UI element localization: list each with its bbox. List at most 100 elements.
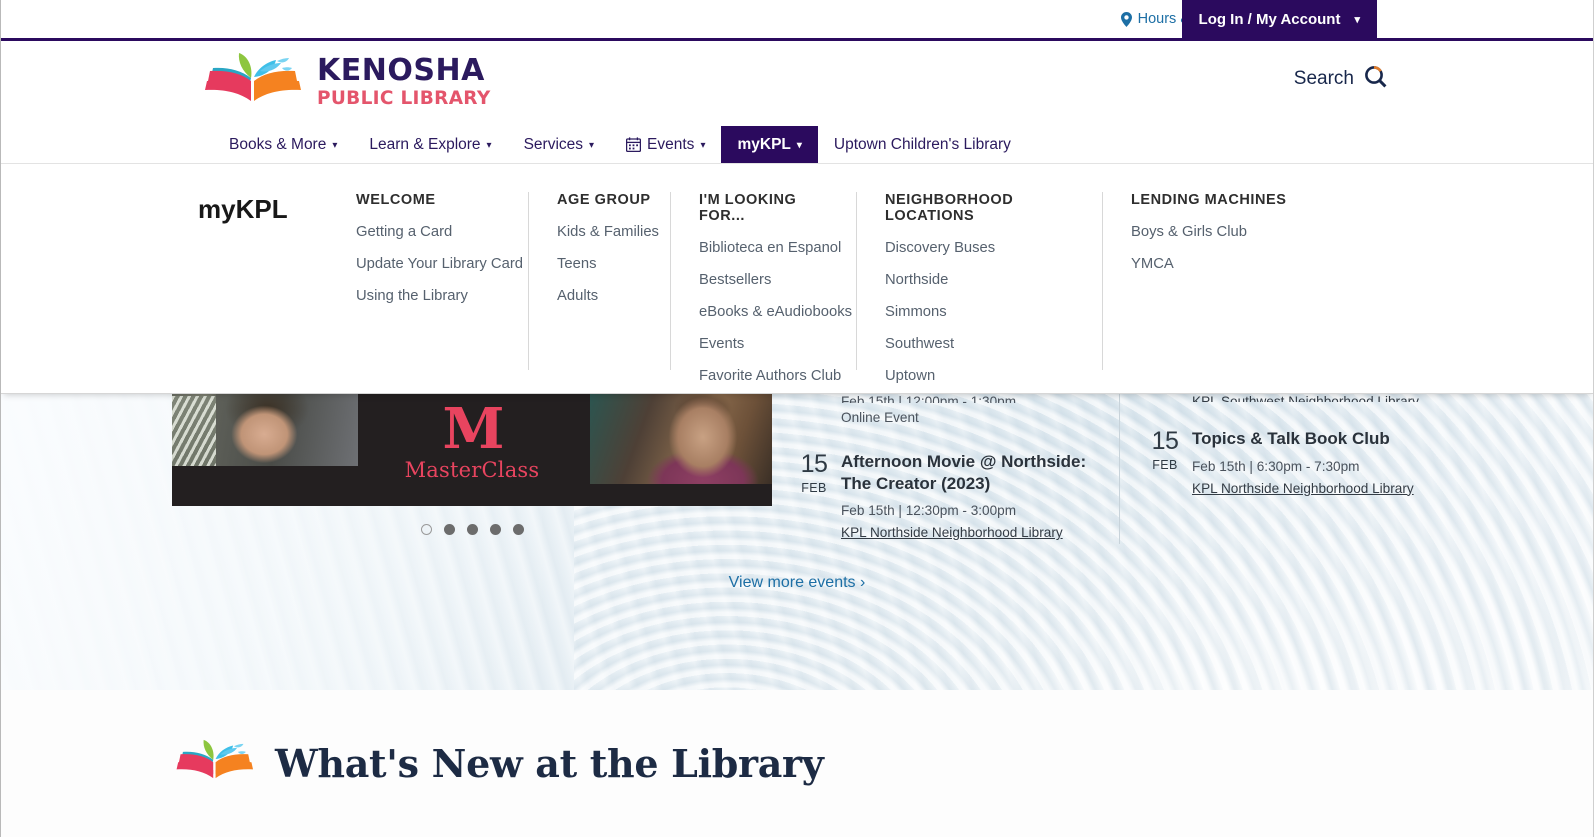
megamenu-link-southwest[interactable]: Southwest — [885, 336, 1086, 352]
chevron-down-icon: ▾ — [700, 140, 706, 151]
event-partial-location: Online Event — [841, 410, 919, 425]
megamenu-heading: AGE GROUP — [557, 192, 651, 208]
megamenu-heading: WELCOME — [356, 192, 436, 208]
nav-item-learn-explore[interactable]: Learn & Explore ▾ — [353, 126, 507, 163]
event-title[interactable]: Topics & Talk Book Club — [1192, 428, 1439, 450]
nav-label: Events — [647, 135, 695, 153]
carousel-dot-5[interactable] — [512, 524, 524, 535]
event-meta: Feb 15th | 12:30pm - 3:00pm — [841, 503, 1017, 519]
megamenu-link-favorite-authors-club[interactable]: Favorite Authors Club — [699, 368, 841, 384]
search-label: Search — [1293, 68, 1354, 89]
megamenu-link-kids-families[interactable]: Kids & Families — [557, 224, 659, 240]
nav-label: Services — [523, 135, 584, 153]
events-column-middle: Feb 15th | 12:00pm - 1:30pm Online Event… — [787, 394, 1099, 542]
megamenu-column-welcome: WELCOME Getting a Card Update Your Libra… — [328, 192, 528, 370]
masterclass-mark: M — [442, 396, 505, 462]
megamenu-heading: LENDING MACHINES — [1131, 192, 1287, 208]
logo-public-library-text: PUBLIC LIBRARY — [317, 87, 491, 109]
carousel-dot-2[interactable] — [443, 524, 455, 535]
whats-new-title: What's New at the Library — [275, 740, 824, 786]
login-label: Log In / My Account — [1198, 10, 1341, 28]
event-item[interactable]: 15 FEB Topics & Talk Book Club Feb 15th … — [1138, 428, 1439, 498]
event-meta: Feb 15th | 6:30pm - 7:30pm — [1192, 458, 1360, 474]
megamenu-link-ebooks-eaudiobooks[interactable]: eBooks & eAudiobooks — [699, 304, 852, 320]
logo-wordmark: KENOSHA PUBLIC LIBRARY — [317, 52, 491, 109]
megamenu-heading: NEIGHBORHOOD LOCATIONS — [885, 192, 1014, 224]
megamenu-link-bestsellers[interactable]: Bestsellers — [699, 272, 840, 288]
masterclass-logo: M MasterClass — [172, 396, 772, 482]
library-book-logo-icon — [176, 739, 254, 779]
megamenu-link-adults[interactable]: Adults — [557, 288, 654, 304]
promo-carousel[interactable]: M MasterClass — [172, 394, 772, 506]
nav-label: myKPL — [737, 135, 791, 153]
site-header: KENOSHA PUBLIC LIBRARY Search — [1, 41, 1593, 126]
page-root: Hours & Locations ▾ ? Help ▾ Log In / My… — [0, 0, 1594, 837]
calendar-icon — [626, 137, 642, 152]
megamenu-link-using-the-library[interactable]: Using the Library — [356, 288, 512, 304]
event-date-badge: 15 FEB — [787, 451, 841, 542]
event-item[interactable]: 15 FEB Afternoon Movie @ Northside: The … — [787, 451, 1099, 542]
megamenu-link-simmons[interactable]: Simmons — [885, 304, 1086, 320]
megamenu-heading: I'M LOOKING FOR... — [699, 192, 797, 224]
megamenu-column-neighborhood-locations: NEIGHBORHOOD LOCATIONS Discovery Buses N… — [856, 192, 1102, 384]
events-section: M MasterClass Feb 15th | 12:00pm - 1:30p… — [1, 394, 1593, 690]
carousel-dot-1[interactable] — [420, 524, 432, 535]
chevron-down-icon: ▾ — [589, 140, 595, 151]
megamenu-link-update-your-library-card[interactable]: Update Your Library Card — [356, 256, 523, 272]
megamenu-link-discovery-buses[interactable]: Discovery Buses — [885, 240, 1086, 256]
logo-kenosha-text: KENOSHA — [317, 52, 485, 88]
event-month: FEB — [1152, 458, 1178, 472]
nav-item-uptown-childrens-library[interactable]: Uptown Children's Library — [818, 126, 1027, 163]
megamenu-link-northside[interactable]: Northside — [885, 272, 1086, 288]
event-partial-top: Feb 15th | 12:00pm - 1:30pm Online Event — [787, 394, 1099, 425]
event-month: FEB — [801, 481, 827, 495]
utility-bar: Hours & Locations ▾ ? Help ▾ Log In / My… — [1, 0, 1593, 38]
nav-item-books-more[interactable]: Books & More ▾ — [213, 126, 353, 163]
event-day: 15 — [1151, 427, 1179, 455]
megamenu-column-im-looking-for: I'M LOOKING FOR... Biblioteca en Espanol… — [670, 192, 856, 384]
carousel-dot-3[interactable] — [466, 524, 478, 535]
megamenu-link-ymca[interactable]: YMCA — [1131, 256, 1306, 272]
masterclass-wordmark: MasterClass — [404, 457, 540, 482]
megamenu-link-biblioteca-en-espanol[interactable]: Biblioteca en Espanol — [699, 240, 841, 256]
event-title[interactable]: Afternoon Movie @ Northside: The Creator… — [841, 451, 1099, 494]
megamenu-columns: myKPL WELCOME Getting a Card Update Your… — [1, 192, 1593, 384]
whats-new-section: What's New at the Library — [1, 690, 1593, 837]
event-body: Afternoon Movie @ Northside: The Creator… — [841, 451, 1099, 542]
chevron-down-icon: ▾ — [486, 140, 492, 151]
events-column-right: KPL Southwest Neighborhood Library 15 FE… — [1119, 394, 1439, 544]
chevron-down-icon: ▾ — [1354, 13, 1360, 26]
chevron-down-icon: ▾ — [332, 140, 338, 151]
site-logo[interactable]: KENOSHA PUBLIC LIBRARY — [198, 51, 491, 113]
nav-label: Uptown Children's Library — [833, 135, 1011, 153]
library-book-logo-icon — [205, 53, 301, 101]
megamenu-column-age-group: AGE GROUP Kids & Families Teens Adults — [528, 192, 670, 370]
nav-label: Books & More — [229, 135, 327, 153]
event-partial-meta: Feb 15th | 12:00pm - 1:30pm — [841, 394, 1017, 403]
nav-label: Learn & Explore — [369, 135, 481, 153]
megamenu-link-boys-girls-club[interactable]: Boys & Girls Club — [1131, 224, 1306, 240]
event-body: Topics & Talk Book Club Feb 15th | 6:30p… — [1192, 428, 1439, 498]
nav-item-mykpl[interactable]: myKPL ▾ — [721, 126, 818, 163]
search-icon — [1364, 65, 1387, 93]
mykpl-megamenu: myKPL WELCOME Getting a Card Update Your… — [1, 164, 1593, 394]
chevron-down-icon: ▾ — [796, 140, 802, 151]
event-date-badge: 15 FEB — [1138, 428, 1192, 498]
megamenu-title: myKPL — [198, 194, 288, 224]
megamenu-link-teens[interactable]: Teens — [557, 256, 654, 272]
event-location-link[interactable]: KPL Northside Neighborhood Library — [1192, 481, 1414, 496]
search-button[interactable]: Search — [1294, 65, 1387, 93]
megamenu-link-events[interactable]: Events — [699, 336, 840, 352]
carousel-dots — [172, 524, 772, 535]
event-day: 15 — [800, 450, 828, 478]
carousel-dot-4[interactable] — [489, 524, 501, 535]
login-my-account-button[interactable]: Log In / My Account ▾ — [1181, 0, 1377, 38]
megamenu-column-lending-machines: LENDING MACHINES Boys & Girls Club YMCA — [1102, 192, 1322, 370]
nav-item-services[interactable]: Services ▾ — [508, 126, 610, 163]
megamenu-link-getting-a-card[interactable]: Getting a Card — [356, 224, 512, 240]
nav-item-events[interactable]: Events ▾ — [610, 126, 721, 163]
event-location-link[interactable]: KPL Northside Neighborhood Library — [841, 525, 1063, 540]
megamenu-link-uptown[interactable]: Uptown — [885, 368, 1086, 384]
view-more-events-link[interactable]: View more events › — [1, 574, 1593, 592]
whats-new-header: What's New at the Library — [1, 690, 1593, 788]
